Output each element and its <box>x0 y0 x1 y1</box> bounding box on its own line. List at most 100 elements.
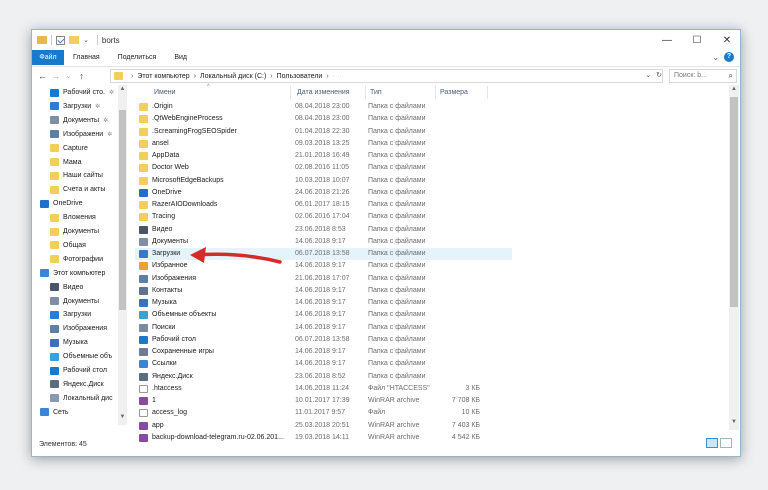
close-button[interactable]: ✕ <box>712 30 740 50</box>
sidebar-item[interactable]: Загрузки <box>32 308 127 321</box>
file-row[interactable]: Яндекс.Диск 23.06.2018 8:52 Папка с файлам… <box>135 371 512 383</box>
sidebar-item[interactable]: Документы <box>32 295 127 308</box>
pin-icon[interactable]: ✲ <box>107 131 112 138</box>
file-row[interactable]: .htaccess 14.06.2018 11:24 Файл "HTACCESS"… <box>135 383 512 395</box>
file-row[interactable]: Поиски 14.06.2018 9:17 Папка с файлами <box>135 322 512 334</box>
file-row[interactable]: .Origin 08.04.2018 23:00 Папка с файлами <box>135 101 512 113</box>
forward-button[interactable]: → <box>49 71 62 81</box>
pin-icon[interactable]: ✲ <box>95 103 100 110</box>
file-row[interactable]: RazerAIODownloads 06.01.2017 18:15 Папка с… <box>135 199 512 211</box>
column-divider[interactable] <box>435 86 436 99</box>
large-icons-view-button[interactable] <box>720 438 732 448</box>
file-row[interactable]: Doctor Web 02.08.2016 11:05 Папка с файлам… <box>135 162 512 174</box>
minimize-button[interactable]: — <box>652 30 682 50</box>
back-button[interactable]: ← <box>36 71 49 81</box>
file-row[interactable]: MicrosoftEdgeBackups 10.03.2018 10:07 Папк… <box>135 175 512 187</box>
sidebar-item[interactable]: Яндекс.Диск <box>32 378 127 391</box>
sidebar-item[interactable]: Документы <box>32 225 127 238</box>
sidebar-item[interactable]: Локальный дис <box>32 392 127 405</box>
tab-view[interactable]: Вид <box>165 50 196 65</box>
scroll-down-icon[interactable]: ▼ <box>729 419 739 425</box>
column-date[interactable]: Дата изменения <box>297 89 350 96</box>
column-size[interactable]: Размера <box>440 89 468 96</box>
scrollbar-thumb[interactable] <box>730 97 738 307</box>
file-row[interactable]: OneDrive 24.06.2018 21:26 Папка с файлами <box>135 187 512 199</box>
scroll-up-icon[interactable]: ▲ <box>118 86 127 92</box>
sidebar-item[interactable]: Документы ✲ <box>32 114 127 127</box>
search-input[interactable]: Поиск: b... ⌕ <box>669 69 737 83</box>
breadcrumb-this-pc[interactable]: Этот компьютер <box>137 73 189 80</box>
sidebar-item[interactable]: Видео <box>32 281 127 294</box>
sidebar-item[interactable]: Счета и акты <box>32 183 127 196</box>
pin-icon[interactable]: ✲ <box>109 89 114 96</box>
maximize-button[interactable]: ☐ <box>682 30 712 50</box>
vertical-scrollbar[interactable]: ▲ ▼ <box>729 85 739 430</box>
expand-ribbon-icon[interactable]: ⌄ <box>712 53 719 62</box>
breadcrumb-local-disk[interactable]: Локальный диск (C:) <box>200 73 266 80</box>
file-row[interactable]: 1 10.01.2017 17:39 WinRAR archive 7 708 КБ <box>135 395 512 407</box>
sidebar-item[interactable]: Изображени ✲ <box>32 128 127 141</box>
pin-icon[interactable]: ✲ <box>103 117 108 124</box>
file-row[interactable]: Видео 23.06.2018 8:53 Папка с файлами <box>135 224 512 236</box>
file-row[interactable]: app 25.03.2018 20:51 WinRAR archive 7 403 К… <box>135 420 512 432</box>
nav-scrollbar-thumb[interactable] <box>119 110 126 310</box>
column-divider[interactable] <box>365 86 366 99</box>
file-row[interactable]: Загрузки 06.07.2018 13:58 Папка с файлами <box>135 248 512 260</box>
scroll-up-icon[interactable]: ▲ <box>729 86 739 92</box>
file-row[interactable]: Избранное 14.06.2018 9:17 Папка с файлами <box>135 260 512 272</box>
sidebar-item[interactable]: Мама <box>32 156 127 169</box>
details-view-button[interactable] <box>706 438 718 448</box>
file-row[interactable]: Контакты 14.06.2018 9:17 Папка с файлами <box>135 285 512 297</box>
address-bar[interactable]: › Этот компьютер › Локальный диск (C:) ›… <box>110 69 663 83</box>
tab-share[interactable]: Поделиться <box>109 50 166 65</box>
column-type[interactable]: Тип <box>370 89 382 96</box>
sidebar-item[interactable]: Сеть <box>32 406 127 419</box>
refresh-button[interactable]: ↻ <box>656 72 662 79</box>
up-button[interactable]: ↑ <box>75 71 88 81</box>
sidebar-item[interactable]: Общая <box>32 239 127 252</box>
sidebar-item[interactable]: Загрузки ✲ <box>32 100 127 113</box>
sidebar-item[interactable]: Capture <box>32 142 127 155</box>
file-row[interactable]: .ScreamingFrogSEOSpider 01.04.2018 22:30 П… <box>135 126 512 138</box>
column-name[interactable]: Имени <box>154 89 176 96</box>
file-row[interactable]: Ссылки 14.06.2018 9:17 Папка с файлами <box>135 358 512 370</box>
sidebar-item[interactable]: Вложения <box>32 211 127 224</box>
chevron-down-icon[interactable]: ⌄ <box>83 36 89 44</box>
file-type: Папка с файлами <box>368 139 426 147</box>
help-icon[interactable]: ? <box>724 52 734 62</box>
scroll-down-icon[interactable]: ▼ <box>118 414 127 420</box>
file-row[interactable]: ansel 09.03.2018 13:25 Папка с файлами <box>135 138 512 150</box>
sidebar-item[interactable]: Этот компьютер <box>32 267 127 280</box>
file-date: 10.01.2017 17:39 <box>295 397 350 404</box>
file-row[interactable]: access_log 11.01.2017 9:57 Файл 10 КБ <box>135 407 512 419</box>
search-icon[interactable]: ⌕ <box>729 70 733 82</box>
file-row[interactable]: Документы 14.06.2018 9:17 Папка с файлами <box>135 236 512 248</box>
file-row[interactable]: Tracing 02.06.2016 17:04 Папка с файлами <box>135 211 512 223</box>
sidebar-item[interactable]: Объемные объ <box>32 350 127 363</box>
recent-locations-button[interactable]: ⌄ <box>62 72 75 80</box>
file-row[interactable]: Объемные объекты 14.06.2018 9:17 Папка с ф… <box>135 309 512 321</box>
file-row[interactable]: .QtWebEngineProcess 08.04.2018 23:00 Папка… <box>135 113 512 125</box>
sidebar-item[interactable]: Изображения <box>32 322 127 335</box>
column-divider[interactable] <box>487 86 488 99</box>
sidebar-item[interactable]: Рабочий стол <box>32 364 127 377</box>
sidebar-item[interactable]: Фотографии <box>32 253 127 266</box>
file-row[interactable]: Сохраненные игры 14.06.2018 9:17 Папка с ф… <box>135 346 512 358</box>
sidebar-item[interactable]: OneDrive <box>32 197 127 210</box>
file-name: Ссылки <box>152 360 177 368</box>
new-folder-icon[interactable] <box>69 36 79 44</box>
properties-icon[interactable] <box>56 35 65 45</box>
address-dropdown-button[interactable]: ⌄ <box>645 72 651 79</box>
file-row[interactable]: Изображения 21.06.2018 17:07 Папка с файла… <box>135 273 512 285</box>
file-row[interactable]: Рабочий стол 06.07.2018 13:58 Папка с файл… <box>135 334 512 346</box>
file-row[interactable]: AppData 21.01.2018 16:49 Папка с файлами <box>135 150 512 162</box>
breadcrumb-users[interactable]: Пользователи <box>277 73 323 80</box>
sidebar-item[interactable]: Музыка <box>32 336 127 349</box>
breadcrumb-user[interactable]: ····· <box>333 73 345 80</box>
column-divider[interactable] <box>290 86 291 99</box>
tab-home[interactable]: Главная <box>64 50 109 65</box>
sidebar-item[interactable]: Рабочий сто. ✲ <box>32 86 127 99</box>
file-row[interactable]: Музыка 14.06.2018 9:17 Папка с файлами <box>135 297 512 309</box>
sidebar-item[interactable]: Наши сайты <box>32 169 127 182</box>
tab-file[interactable]: Файл <box>32 50 64 65</box>
